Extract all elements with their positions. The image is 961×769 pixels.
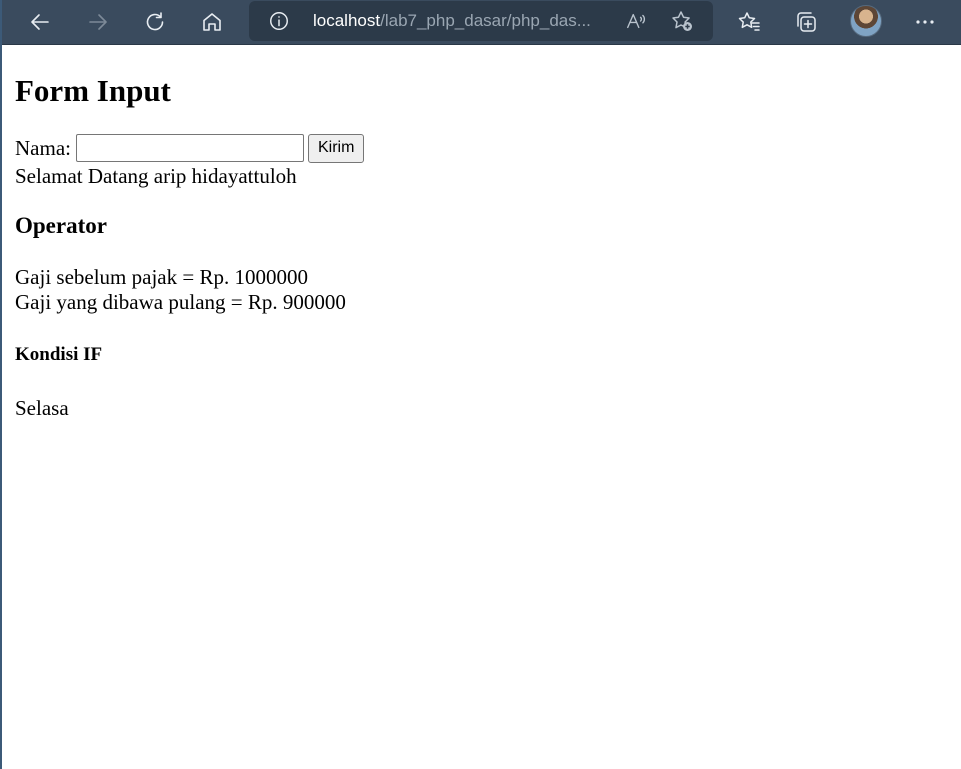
name-input[interactable] [75,134,304,162]
page-content: Form Input Nama: Kirim Selamat Datang ar… [4,46,961,769]
home-icon [203,13,221,31]
back-arrow-icon [31,14,49,30]
browser-window: localhost/lab7_php_dasar/php_das... Form… [0,0,961,769]
refresh-icon [146,12,164,31]
refresh-button[interactable] [137,5,173,39]
collections-icon [797,12,816,32]
url-text[interactable]: localhost/lab7_php_dasar/php_das... [313,10,613,32]
day-text: Selasa [15,396,69,420]
home-button[interactable] [194,5,230,39]
back-button[interactable] [22,5,58,39]
forward-arrow-icon [89,14,107,30]
kondisi-if-heading: Kondisi IF [15,344,103,365]
operator-heading: Operator [15,213,107,238]
address-bar[interactable]: localhost/lab7_php_dasar/php_das... [249,1,713,41]
forward-button[interactable] [80,5,116,39]
welcome-text: Selamat Datang arip hidayattuloh [15,164,297,188]
read-aloud-icon[interactable] [623,8,649,34]
gaji-sebelum-pajak-text: Gaji sebelum pajak = Rp. 1000000 [15,265,308,289]
favorites-button[interactable] [731,5,767,39]
name-form: Nama: Kirim [15,133,365,163]
add-favorite-icon[interactable] [669,8,695,34]
info-icon[interactable] [267,9,291,33]
name-label: Nama: [15,136,71,160]
favorites-icon [738,12,760,31]
url-host: localhost [313,11,381,30]
avatar[interactable] [850,5,882,37]
gaji-dibawa-pulang-text: Gaji yang dibawa pulang = Rp. 900000 [15,290,346,314]
collections-button[interactable] [788,5,824,39]
submit-button[interactable]: Kirim [307,133,365,163]
more-menu-icon [916,20,934,24]
browser-toolbar: localhost/lab7_php_dasar/php_das... [2,0,961,45]
page-title: Form Input [15,73,171,108]
url-path: /lab7_php_dasar/php_das... [380,11,591,30]
more-menu-button[interactable] [907,5,943,39]
